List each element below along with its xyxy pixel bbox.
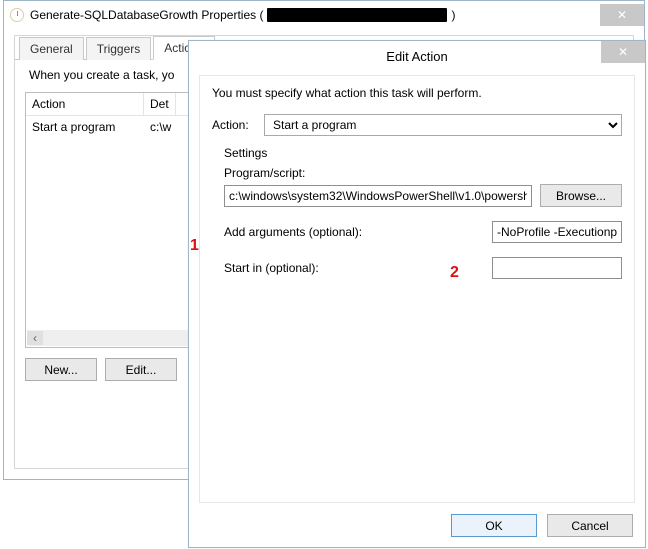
column-header-action[interactable]: Action [26, 93, 144, 115]
properties-title: Generate-SQLDatabaseGrowth Properties () [30, 8, 600, 23]
program-script-label: Program/script: [224, 166, 622, 180]
title-prefix: Generate-SQLDatabaseGrowth Properties ( [30, 8, 263, 22]
start-in-input[interactable] [492, 257, 622, 279]
start-in-label: Start in (optional): [224, 261, 472, 275]
add-arguments-label: Add arguments (optional): [224, 225, 472, 239]
optional-fields-grid: Add arguments (optional): Start in (opti… [224, 221, 622, 279]
edit-action-dialog: Edit Action ✕ You must specify what acti… [188, 40, 646, 548]
edit-button[interactable]: Edit... [105, 358, 177, 381]
task-scheduler-icon [10, 8, 24, 22]
instruction-text: You must specify what action this task w… [212, 86, 622, 100]
row-details: c:\w [144, 116, 177, 138]
close-icon: ✕ [618, 45, 628, 59]
action-row: Action: Start a program [212, 114, 622, 136]
title-suffix: ) [451, 8, 455, 22]
action-label: Action: [212, 118, 264, 132]
dialog-footer: OK Cancel [451, 514, 633, 537]
new-button[interactable]: New... [25, 358, 97, 381]
scroll-left-icon[interactable]: ‹ [27, 331, 43, 345]
edit-action-body: You must specify what action this task w… [199, 75, 635, 503]
program-script-row: Browse... [224, 184, 622, 207]
edit-action-titlebar: Edit Action ✕ [189, 41, 645, 71]
settings-heading: Settings [224, 146, 622, 160]
properties-close-button[interactable]: ✕ [600, 4, 644, 26]
tab-general[interactable]: General [19, 37, 84, 60]
add-arguments-input[interactable] [492, 221, 622, 243]
properties-titlebar: Generate-SQLDatabaseGrowth Properties ()… [4, 1, 644, 29]
close-icon: ✕ [617, 8, 627, 22]
edit-action-close-button[interactable]: ✕ [601, 41, 645, 63]
program-script-input[interactable] [224, 185, 532, 207]
action-combobox[interactable]: Start a program [264, 114, 622, 136]
cancel-button[interactable]: Cancel [547, 514, 633, 537]
column-header-details[interactable]: Det [144, 93, 176, 115]
browse-button[interactable]: Browse... [540, 184, 622, 207]
edit-action-title: Edit Action [386, 49, 447, 64]
ok-button[interactable]: OK [451, 514, 537, 537]
redacted-region [267, 8, 447, 22]
settings-group: Program/script: Browse... Add arguments … [224, 166, 622, 279]
tab-triggers[interactable]: Triggers [86, 37, 152, 60]
row-action: Start a program [26, 116, 144, 138]
